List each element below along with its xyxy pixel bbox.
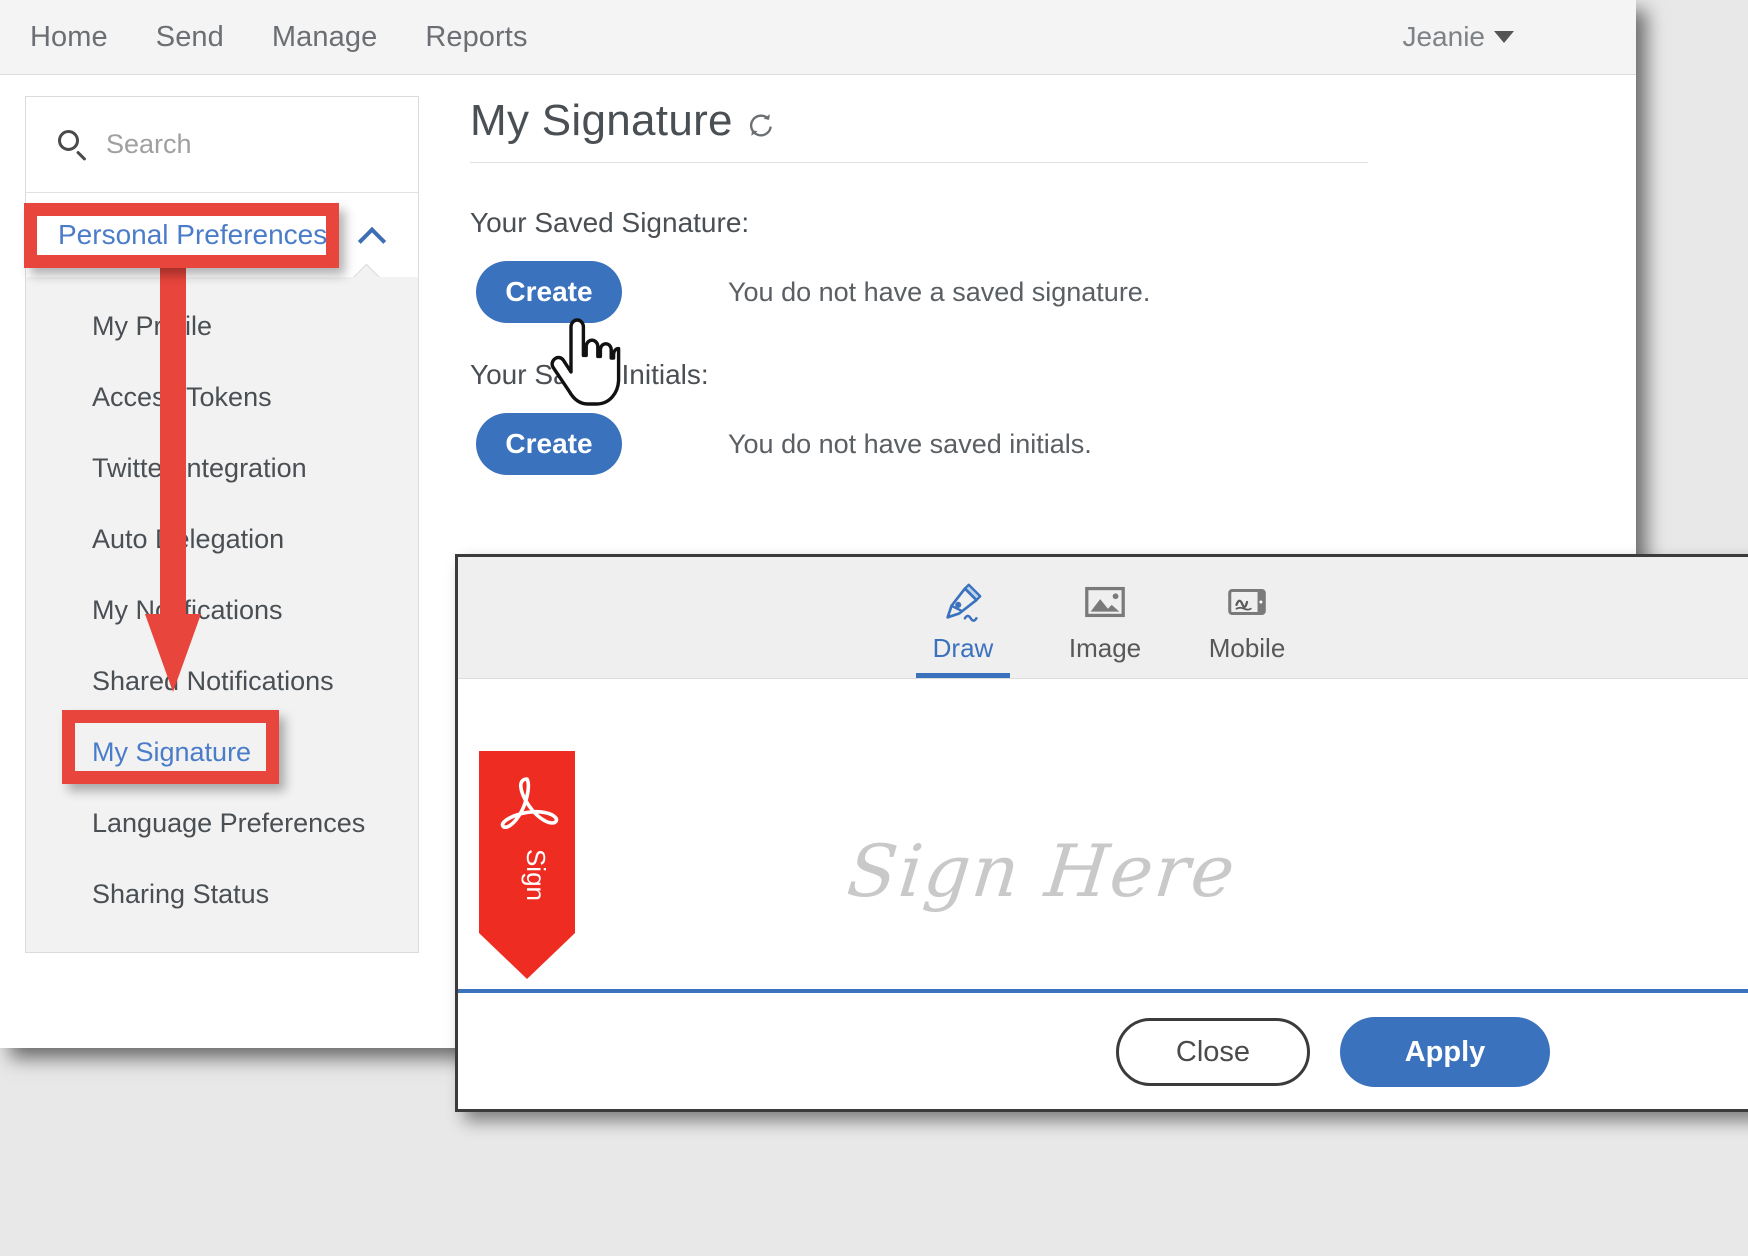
tab-draw[interactable]: Draw: [904, 557, 1022, 678]
tab-mobile[interactable]: Mobile: [1188, 557, 1306, 678]
create-initials-button[interactable]: Create: [476, 413, 622, 475]
top-navigation-bar: Home Send Manage Reports Jeanie: [0, 0, 1636, 75]
close-button[interactable]: Close: [1116, 1018, 1310, 1086]
sidebar-item-label: Sharing Status: [92, 879, 270, 909]
image-picture-icon: [1085, 586, 1125, 618]
user-menu-label: Jeanie: [1402, 21, 1485, 52]
refresh-icon[interactable]: [747, 111, 775, 139]
adobe-acrobat-sign-flag-icon: Sign: [479, 751, 575, 979]
sidebar-item-access-tokens[interactable]: Access Tokens: [26, 362, 418, 433]
tab-image[interactable]: Image: [1046, 557, 1164, 678]
saved-initials-label: Your Saved Initials:: [470, 359, 709, 390]
sidebar-item-language-preferences[interactable]: Language Preferences: [26, 788, 418, 859]
signature-baseline: [458, 989, 1748, 993]
screenshot-canvas: Home Send Manage Reports Jeanie Search P…: [0, 0, 1748, 1256]
apply-button[interactable]: Apply: [1340, 1017, 1550, 1087]
search-icon: [58, 129, 88, 160]
nav-links: Home Send Manage Reports: [30, 21, 528, 54]
sidebar-item-shared-notifications[interactable]: Shared Notifications: [26, 646, 418, 717]
annotation-box-my-signature: [62, 710, 279, 784]
sidebar-item-my-notifications[interactable]: My Notifications: [26, 575, 418, 646]
nav-link-manage[interactable]: Manage: [272, 21, 377, 54]
sidebar-submenu: My Profile Access Tokens Twitter Integra…: [26, 277, 418, 952]
annotation-box-personal-preferences: [24, 203, 339, 268]
sidebar-item-twitter-integration[interactable]: Twitter Integration: [26, 433, 418, 504]
search-input[interactable]: Search: [26, 97, 418, 193]
chevron-down-icon: [1494, 31, 1514, 43]
chevron-up-icon[interactable]: [360, 223, 384, 247]
pen-draw-icon: [946, 583, 982, 622]
nav-link-send[interactable]: Send: [156, 21, 224, 54]
submenu-notch: [352, 263, 380, 277]
mobile-tablet-signature-icon: [1228, 588, 1266, 616]
annotation-arrow-icon: [145, 262, 201, 692]
title-divider: [470, 162, 1368, 163]
nav-link-reports[interactable]: Reports: [425, 21, 527, 54]
saved-signature-status: You do not have a saved signature.: [728, 276, 1151, 307]
search-placeholder: Search: [106, 129, 192, 159]
sidebar-item-auto-delegation[interactable]: Auto Delegation: [26, 504, 418, 575]
user-menu[interactable]: Jeanie: [1402, 21, 1514, 53]
sidebar-item-label: Shared Notifications: [92, 666, 334, 696]
saved-initials-status: You do not have saved initials.: [728, 428, 1092, 459]
page-title: My Signature: [470, 96, 733, 145]
signature-modal-tabbar: Draw Image Mobile: [458, 557, 1748, 679]
sidebar-item-my-profile[interactable]: My Profile: [26, 291, 418, 362]
tab-mobile-label: Mobile: [1208, 633, 1286, 663]
signature-modal-footer: Close Apply: [458, 993, 1748, 1109]
sidebar-item-sharing-status[interactable]: Sharing Status: [26, 859, 418, 930]
tab-draw-label: Draw: [932, 633, 994, 663]
sign-flag-label: Sign: [521, 849, 551, 901]
sidebar-item-label: Language Preferences: [92, 808, 366, 838]
sign-here-placeholder: Sign Here: [843, 829, 1241, 913]
nav-link-home[interactable]: Home: [30, 21, 108, 54]
page-title-row: My Signature: [470, 96, 1636, 162]
signature-draw-canvas[interactable]: Sign Sign Here: [458, 679, 1748, 993]
tab-image-label: Image: [1068, 633, 1142, 663]
signature-modal: Draw Image Mobile Sign Sign Here Close A…: [455, 554, 1748, 1112]
saved-signature-row: Create You do not have a saved signature…: [470, 261, 1636, 323]
saved-signature-label: Your Saved Signature:: [470, 207, 750, 238]
create-signature-button[interactable]: Create: [476, 261, 622, 323]
saved-initials-row: Create You do not have saved initials.: [470, 413, 1636, 475]
